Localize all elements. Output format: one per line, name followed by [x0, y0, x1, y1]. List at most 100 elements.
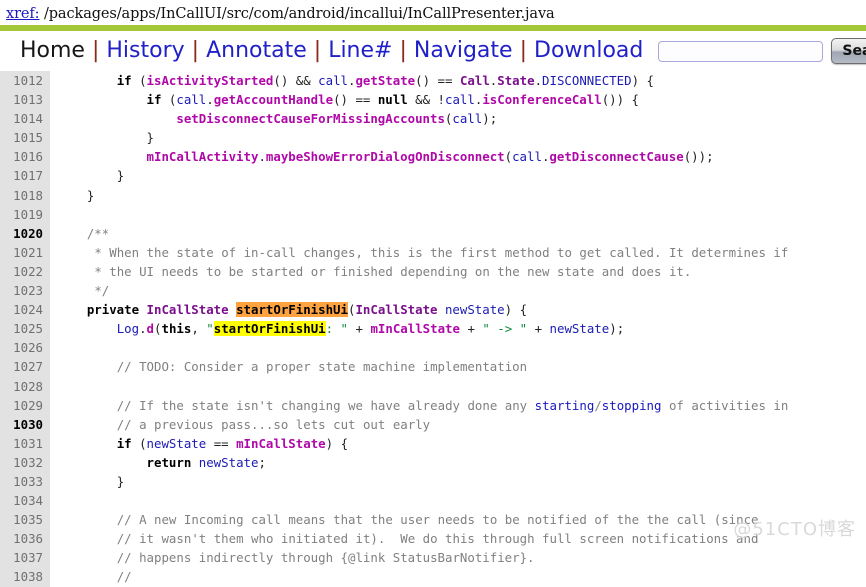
line-content: [50, 491, 57, 510]
nav-item-navigate[interactable]: Navigate: [407, 38, 520, 64]
code-line: 1032 return newState;: [0, 452, 866, 472]
code-line: 1037 // happens indirectly through {@lin…: [0, 548, 866, 568]
search-button[interactable]: Search: [831, 38, 866, 64]
line-content: if (isActivityStarted() && call.getState…: [116, 73, 654, 88]
code-line: 1034: [0, 491, 866, 511]
code-line: 1028: [0, 376, 866, 396]
line-number[interactable]: 1034: [0, 491, 50, 511]
line-content: // a previous pass...so lets cut out ear…: [116, 416, 431, 432]
line-number[interactable]: 1036: [0, 529, 50, 549]
code-line: 1015 }: [0, 128, 866, 148]
code-line: 1022 * the UI needs to be started or fin…: [0, 261, 866, 282]
line-content: [50, 338, 57, 357]
line-content: [50, 205, 57, 224]
code-line: 1030 // a previous pass...so lets cut ou…: [0, 414, 866, 434]
line-content: private InCallState startOrFinishUi(InCa…: [86, 302, 528, 318]
line-content: // it wasn't them who initiated it). We …: [116, 531, 759, 547]
nav-item-home[interactable]: Home: [13, 38, 92, 64]
line-number[interactable]: 1035: [0, 510, 50, 530]
nav-item-history[interactable]: History: [99, 38, 191, 64]
code-line: 1020 /**: [0, 223, 866, 243]
line-content: }: [116, 168, 125, 184]
line-content: mInCallActivity.maybeShowErrorDialogOnDi…: [146, 149, 714, 165]
line-content: return newState;: [146, 454, 266, 470]
line-content: */: [94, 283, 110, 299]
nav-separator: |: [191, 38, 200, 63]
line-number[interactable]: 1022: [0, 261, 50, 282]
line-content: }: [86, 187, 95, 203]
line-number[interactable]: 1019: [0, 204, 50, 224]
xref-link[interactable]: xref:: [6, 6, 40, 22]
nav-item-download[interactable]: Download: [527, 38, 650, 64]
code-line: 1013 if (call.getAccountHandle() == null…: [0, 90, 866, 110]
nav-item-annotate[interactable]: Annotate: [199, 38, 314, 64]
line-number[interactable]: 1017: [0, 166, 50, 186]
line-number[interactable]: 1021: [0, 242, 50, 262]
code-line: 1038 //: [0, 567, 866, 587]
code-line: 1018 }: [0, 185, 866, 205]
code-line: 1033 }: [0, 471, 866, 492]
line-number[interactable]: 1033: [0, 471, 50, 492]
line-number[interactable]: 1027: [0, 357, 50, 377]
line-number[interactable]: 1032: [0, 452, 50, 472]
line-number[interactable]: 1012: [0, 71, 50, 91]
line-number[interactable]: 1013: [0, 90, 50, 110]
line-content: setDisconnectCauseForMissingAccounts(cal…: [176, 111, 498, 127]
line-number[interactable]: 1023: [0, 281, 50, 301]
line-content: // If the state isn't changing we have a…: [116, 397, 789, 413]
code-line: 1026: [0, 338, 866, 358]
line-content: Log.d(this, "startOrFinishUi: " + mInCal…: [116, 321, 625, 337]
line-content: /**: [86, 225, 110, 241]
code-line: 1027 // TODO: Consider a proper state ma…: [0, 357, 866, 377]
line-number[interactable]: 1014: [0, 109, 50, 129]
line-content: // A new Incoming call means that the us…: [116, 512, 759, 528]
line-number[interactable]: 1026: [0, 338, 50, 358]
code-lines-container: 1012 if (isActivityStarted() && call.get…: [0, 71, 866, 587]
line-number[interactable]: 1037: [0, 548, 50, 568]
line-content: * When the state of in-call changes, thi…: [94, 244, 789, 260]
nav-separator: |: [399, 38, 407, 63]
line-number[interactable]: 1015: [0, 128, 50, 148]
code-line: 1017 }: [0, 166, 866, 186]
code-line: 1035 // A new Incoming call means that t…: [0, 510, 866, 530]
line-number[interactable]: 1020: [0, 223, 50, 243]
nav-separator: |: [91, 38, 100, 63]
line-content: if (newState == mInCallState) {: [116, 435, 349, 451]
line-number[interactable]: 1025: [0, 319, 50, 339]
line-number[interactable]: 1018: [0, 185, 50, 205]
line-number[interactable]: 1016: [0, 147, 50, 167]
breadcrumb-path: xref: /packages/apps/InCallUI/src/com/an…: [0, 0, 866, 22]
code-line: 1024 private InCallState startOrFinishUi…: [0, 300, 866, 320]
source-code-viewer: 1012 if (isActivityStarted() && call.get…: [0, 71, 866, 587]
code-line: 1031 if (newState == mInCallState) {: [0, 433, 866, 453]
file-path: /packages/apps/InCallUI/src/com/android/…: [43, 6, 555, 22]
line-content: if (call.getAccountHandle() == null && !…: [146, 92, 640, 108]
nav-separator: |: [313, 38, 322, 63]
line-content: }: [116, 473, 125, 489]
code-line: 1016 mInCallActivity.maybeShowErrorDialo…: [0, 147, 866, 167]
code-line: 1014 setDisconnectCauseForMissingAccount…: [0, 109, 866, 129]
code-line: 1029 // If the state isn't changing we h…: [0, 395, 866, 415]
line-content: // happens indirectly through {@link Sta…: [116, 550, 535, 566]
line-number[interactable]: 1031: [0, 433, 50, 453]
code-line: 1019: [0, 204, 866, 224]
code-line: 1025 Log.d(this, "startOrFinishUi: " + m…: [0, 319, 866, 339]
line-number[interactable]: 1030: [0, 414, 50, 434]
line-number[interactable]: 1038: [0, 567, 50, 587]
line-content: //: [116, 569, 132, 585]
line-content: [50, 377, 57, 396]
code-line: 1021 * When the state of in-call changes…: [0, 242, 866, 262]
nav-item-line-number[interactable]: Line#: [321, 38, 399, 64]
line-content: }: [146, 130, 154, 146]
nav-separator: |: [519, 38, 527, 63]
code-line: 1023 */: [0, 281, 866, 301]
code-line: 1012 if (isActivityStarted() && call.get…: [0, 71, 866, 91]
code-line: 1036 // it wasn't them who initiated it)…: [0, 529, 866, 549]
line-number[interactable]: 1024: [0, 300, 50, 320]
search-input[interactable]: [658, 40, 824, 62]
navigation-bar: Home | History | Annotate | Line# | Navi…: [0, 31, 866, 71]
line-number[interactable]: 1028: [0, 376, 50, 396]
line-content: * the UI needs to be started or finished…: [94, 263, 692, 279]
line-number[interactable]: 1029: [0, 395, 50, 415]
line-content: // TODO: Consider a proper state machine…: [116, 359, 528, 375]
